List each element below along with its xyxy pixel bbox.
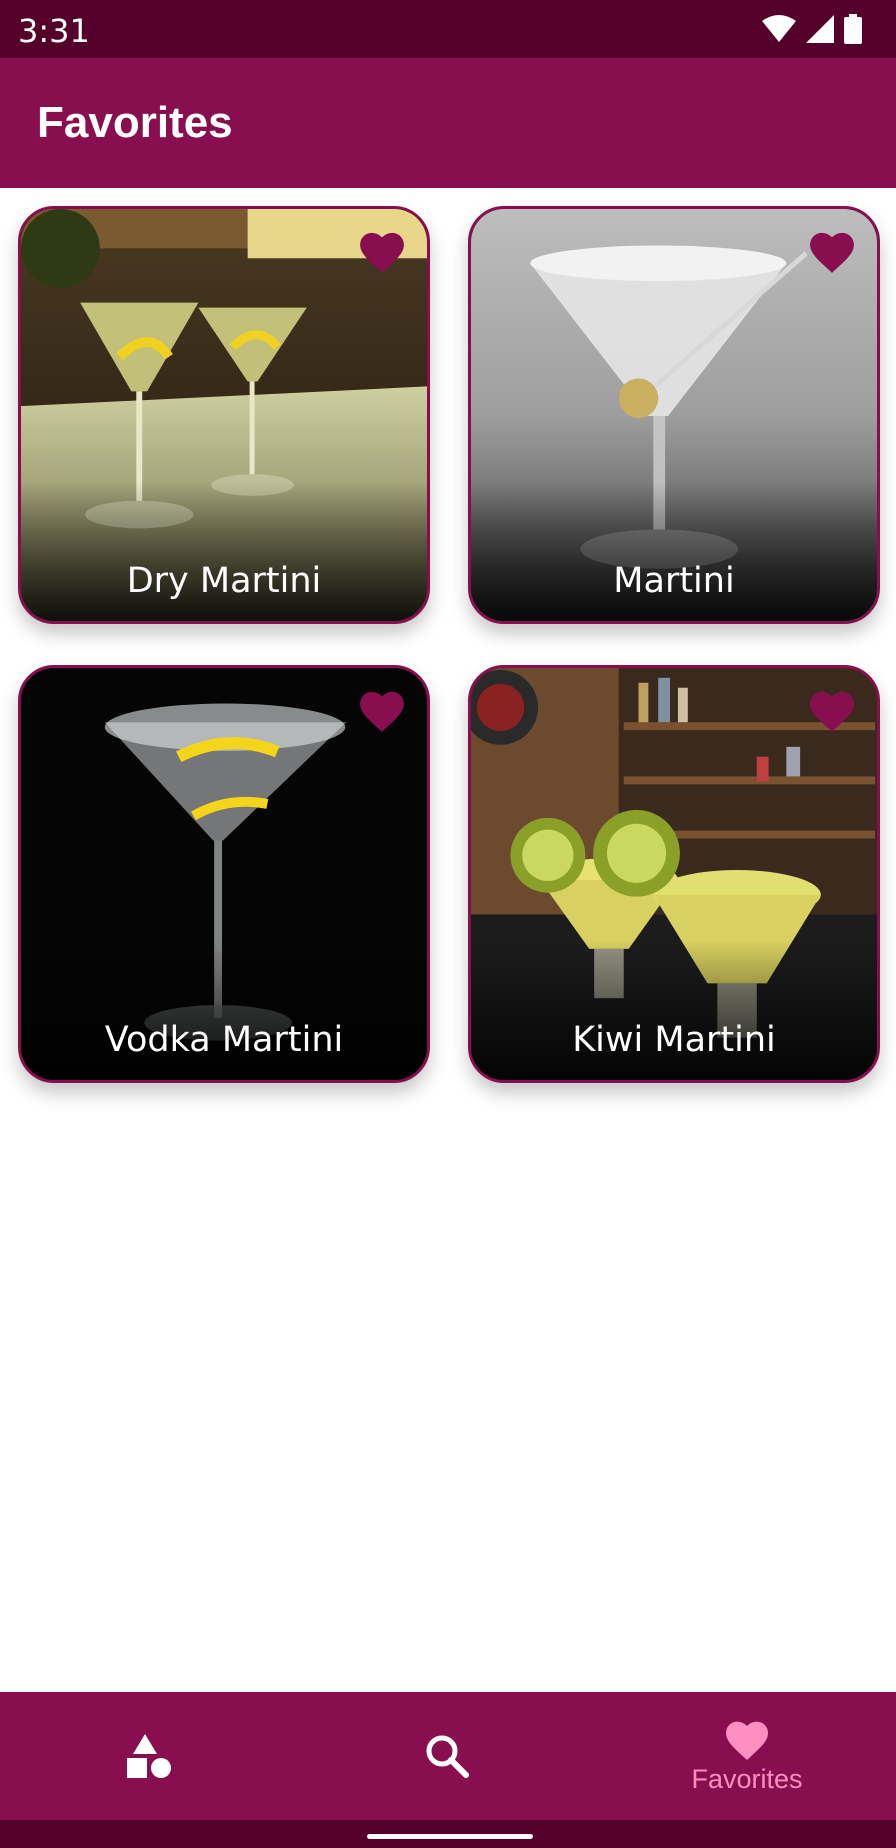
nav-item-favorites[interactable]: Favorites xyxy=(598,1692,896,1820)
home-gesture-handle[interactable] xyxy=(367,1834,533,1839)
cocktail-card-martini[interactable]: Martini xyxy=(468,206,880,624)
heart-icon xyxy=(726,1721,768,1760)
heart-icon[interactable] xyxy=(807,229,857,275)
status-bar: 3:31 xyxy=(0,0,896,58)
cocktail-name: Martini xyxy=(613,561,735,601)
page-title: Favorites xyxy=(37,98,233,147)
heart-icon[interactable] xyxy=(357,229,407,275)
categories-icon xyxy=(127,1734,171,1778)
heart-icon[interactable] xyxy=(807,688,857,734)
gesture-bar xyxy=(0,1820,896,1848)
bottom-navigation: Favorites xyxy=(0,1692,896,1820)
cell-signal-icon xyxy=(806,15,834,43)
cocktail-name: Dry Martini xyxy=(126,561,322,601)
nav-label-favorites: Favorites xyxy=(691,1763,803,1794)
battery-icon xyxy=(844,14,862,44)
cocktail-card-dry-martini[interactable]: Dry Martini xyxy=(18,206,430,624)
nav-item-categories[interactable] xyxy=(0,1692,298,1820)
status-icons xyxy=(762,14,862,44)
status-time: 3:31 xyxy=(18,12,90,50)
cocktail-name: Vodka Martini xyxy=(104,1020,344,1060)
heart-icon[interactable] xyxy=(357,688,407,734)
search-icon xyxy=(426,1735,469,1778)
cocktail-card-vodka-martini[interactable]: Vodka Martini xyxy=(18,665,430,1083)
cocktail-name: Kiwi Martini xyxy=(572,1020,776,1060)
wifi-icon xyxy=(762,15,796,42)
nav-item-search[interactable] xyxy=(298,1692,596,1820)
app-bar: Favorites xyxy=(0,58,896,188)
cocktail-card-kiwi-martini[interactable]: Kiwi Martini xyxy=(468,665,880,1083)
